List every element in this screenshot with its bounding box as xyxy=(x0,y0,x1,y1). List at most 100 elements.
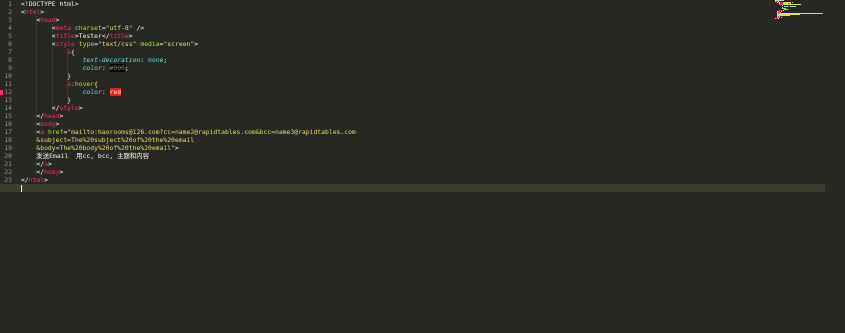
line-number-gutter[interactable]: 123456789101112131415161718192021222324 xyxy=(0,0,18,333)
code-token: ; xyxy=(163,56,168,64)
code-token: #000 xyxy=(109,64,125,72)
code-token: > xyxy=(40,8,45,16)
code-line[interactable]: &subject=The%20subject%20of%20the%20emai… xyxy=(21,136,194,144)
code-line[interactable]: <style type="text/css" media="screen"> xyxy=(21,40,198,48)
code-token: </ xyxy=(21,176,29,184)
line-number: 8 xyxy=(8,56,12,64)
code-token: head xyxy=(44,112,60,120)
code-token: color xyxy=(82,64,102,72)
code-line[interactable]: &body=The%20body%20of%20the%20email"> xyxy=(21,144,179,152)
line-number: 13 xyxy=(4,96,12,104)
code-line[interactable]: a{ xyxy=(21,48,75,56)
code-token: { xyxy=(71,48,75,56)
code-token: < xyxy=(21,120,41,128)
code-token: : xyxy=(101,64,110,72)
minimap-line xyxy=(797,14,798,16)
minimap-line xyxy=(780,16,782,18)
code-line[interactable]: 发送Email 用cc, bcc, 主题和内容 xyxy=(21,152,149,160)
code-line[interactable]: <body> xyxy=(21,120,59,128)
code-token: </ xyxy=(21,168,45,176)
minimap-line xyxy=(783,10,784,12)
code-line[interactable]: <!DOCTYPE html> xyxy=(21,0,79,8)
code-token: html xyxy=(59,0,75,8)
line-number: 2 xyxy=(8,8,12,16)
code-line[interactable]: </a> xyxy=(21,160,52,168)
code-line[interactable]: <html> xyxy=(21,8,44,16)
code-line[interactable]: </style> xyxy=(21,104,83,112)
code-token: < xyxy=(21,16,41,24)
code-line[interactable]: </html> xyxy=(21,176,48,184)
code-token: ; xyxy=(124,64,129,72)
code-token: { xyxy=(94,80,98,88)
line-number: 5 xyxy=(8,32,12,40)
minimap[interactable] xyxy=(775,0,845,20)
code-token: html xyxy=(24,8,41,16)
code-token: text-decoration xyxy=(82,56,141,64)
code-token: < xyxy=(21,24,56,32)
code-token: /> xyxy=(132,24,145,32)
code-line[interactable]: text-decoration: none; xyxy=(21,56,168,64)
code-token: > xyxy=(44,176,48,184)
code-line[interactable]: <a href="mailto:haorooms@126.com?cc=name… xyxy=(21,128,355,136)
code-token: > xyxy=(194,40,199,48)
code-line[interactable]: a:hover{ xyxy=(21,80,98,88)
line-number: 22 xyxy=(4,168,12,176)
minimap-line xyxy=(789,6,791,8)
code-line[interactable]: } xyxy=(21,96,71,104)
code-token: none xyxy=(147,56,164,64)
code-line[interactable]: <head> xyxy=(21,16,60,24)
line-number: 20 xyxy=(4,152,12,160)
code-line[interactable]: color: #000; xyxy=(21,64,129,72)
code-token: > xyxy=(55,16,60,24)
minimap-line xyxy=(782,4,783,6)
line-number: 23 xyxy=(4,176,12,184)
line-number: 3 xyxy=(8,16,12,24)
code-token: "utf-8" xyxy=(105,24,133,32)
code-token: > xyxy=(59,168,64,176)
code-token: title xyxy=(55,32,75,40)
bookmark-marker[interactable] xyxy=(0,89,3,95)
code-token: > xyxy=(74,0,79,8)
code-token: charset xyxy=(74,24,102,32)
code-token: title xyxy=(109,32,129,40)
code-token: Tester xyxy=(78,32,102,40)
code-line[interactable]: </body> xyxy=(21,168,63,176)
code-token: </ xyxy=(21,160,45,168)
code-token: body xyxy=(40,120,56,128)
code-token: meta xyxy=(55,24,72,32)
code-line[interactable]: <meta charset="utf-8" /> xyxy=(21,24,144,32)
minimap-line xyxy=(782,0,784,1)
code-token: &subject=The%20subject%20of%20the%20emai… xyxy=(21,136,195,144)
line-number: 17 xyxy=(4,128,12,136)
code-token: < xyxy=(21,32,56,40)
line-number: 21 xyxy=(4,160,12,168)
code-token: </ xyxy=(21,112,45,120)
code-token: </ xyxy=(21,104,60,112)
code-token: color xyxy=(82,88,102,96)
code-token: type xyxy=(78,40,95,48)
code-token: "screen" xyxy=(163,40,195,48)
code-token: &body=The%20body%20of%20the%20email" xyxy=(21,144,175,152)
code-token: media xyxy=(140,40,160,48)
code-editor[interactable]: <!DOCTYPE html> <html> <head> <meta chars… xyxy=(0,0,825,333)
code-line[interactable]: color: red xyxy=(21,88,122,96)
code-token: : xyxy=(140,56,148,64)
code-token: 发送Email 用cc, bcc, 主题和内容 xyxy=(21,152,150,160)
code-line[interactable]: } xyxy=(21,72,71,80)
code-line[interactable]: </head> xyxy=(21,112,63,120)
code-token: > xyxy=(174,144,179,152)
code-token: href xyxy=(47,128,64,136)
line-number: 18 xyxy=(4,136,12,144)
minimap-line xyxy=(799,4,801,5)
minimap-line xyxy=(778,17,779,19)
code-token: : xyxy=(101,88,110,96)
minimap-line xyxy=(787,8,790,10)
code-token: head xyxy=(40,16,56,24)
code-token: > xyxy=(78,104,83,112)
code-token: > xyxy=(47,160,52,168)
code-line[interactable]: <title>Tester</title> xyxy=(21,32,133,40)
line-number: 9 xyxy=(8,64,12,72)
